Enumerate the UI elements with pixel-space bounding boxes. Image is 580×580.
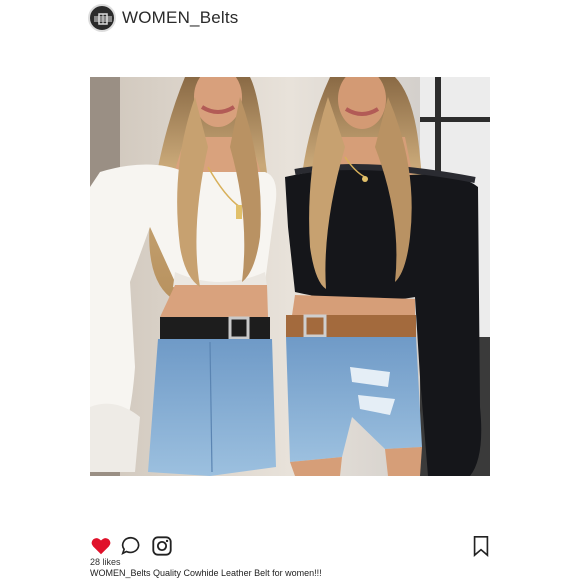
heart-icon[interactable] <box>90 535 112 557</box>
post-image[interactable] <box>90 77 490 476</box>
post-header: WOMEN_Belts <box>88 4 239 32</box>
likes-count[interactable]: 28 likes <box>90 557 121 567</box>
instagram-icon[interactable] <box>151 535 173 557</box>
comment-icon[interactable] <box>120 535 142 557</box>
action-bar <box>90 535 492 557</box>
bookmark-icon[interactable] <box>470 535 492 557</box>
post-caption: WOMEN_Belts Quality Cowhide Leather Belt… <box>90 568 322 578</box>
username[interactable]: WOMEN_Belts <box>122 8 239 28</box>
belt-avatar-icon[interactable] <box>88 4 116 32</box>
